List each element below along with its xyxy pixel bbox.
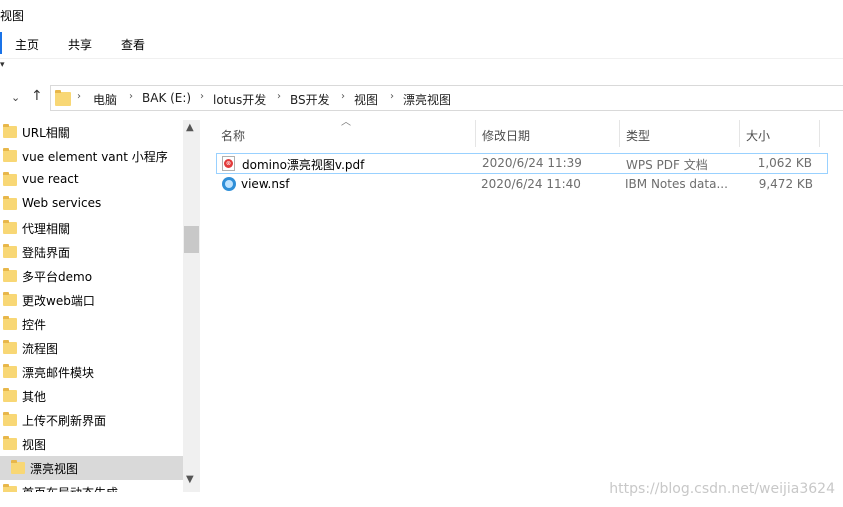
folder-icon <box>3 412 17 426</box>
breadcrumb-pretty-view[interactable]: 漂亮视图 <box>403 91 451 108</box>
nav-item-homepage-layout[interactable]: 首页布局动态生成 <box>0 480 183 492</box>
file-name: view.nsf <box>241 177 290 191</box>
nav-item-vue-element[interactable]: vue element vant 小程序 <box>0 144 183 168</box>
column-header-date[interactable]: 修改日期 <box>482 127 530 144</box>
chevron-right-icon[interactable]: › <box>200 91 204 102</box>
nav-item-label: 更改web端口 <box>22 294 95 308</box>
nav-item-label: 多平台demo <box>22 270 93 284</box>
column-header-type[interactable]: 类型 <box>626 127 650 144</box>
up-arrow-icon[interactable]: ↑ <box>31 88 43 104</box>
folder-icon <box>3 244 17 258</box>
nav-item-label: vue element vant 小程序 <box>22 150 168 164</box>
folder-icon <box>3 172 17 186</box>
column-headers: 名称 修改日期 类型 大小 <box>212 120 820 148</box>
folder-icon <box>3 124 17 138</box>
breadcrumb-drive[interactable]: BAK (E:) <box>142 91 191 105</box>
folder-icon <box>11 460 25 474</box>
nav-item-label: Web services <box>22 196 102 210</box>
chevron-right-icon[interactable]: › <box>341 91 345 102</box>
nav-item-flowchart[interactable]: 流程图 <box>0 336 183 360</box>
folder-icon <box>3 220 17 234</box>
nav-item-other[interactable]: 其他 <box>0 384 183 408</box>
nav-scrollbar[interactable] <box>183 120 200 492</box>
folder-icon <box>3 340 17 354</box>
column-divider[interactable] <box>619 120 620 147</box>
file-size: 1,062 KB <box>757 156 812 170</box>
folder-icon <box>3 364 17 378</box>
scroll-up-icon[interactable]: ▲ <box>186 122 194 133</box>
file-name: domino漂亮视图v.pdf <box>242 158 365 172</box>
file-size: 9,472 KB <box>758 177 813 191</box>
folder-icon <box>3 436 17 450</box>
nav-item-web-port[interactable]: 更改web端口 <box>0 288 183 312</box>
file-type: IBM Notes data... <box>625 177 728 191</box>
nav-item-controls[interactable]: 控件 <box>0 312 183 336</box>
nav-item-label: 首页布局动态生成 <box>22 484 118 492</box>
column-header-size[interactable]: 大小 <box>746 127 770 144</box>
folder-icon <box>3 292 17 306</box>
nav-item-label: 流程图 <box>22 342 59 356</box>
chevron-right-icon[interactable]: › <box>277 91 281 102</box>
scroll-down-icon[interactable]: ▼ <box>186 474 194 485</box>
window-title: 视图 <box>0 9 25 23</box>
nav-item-label: 代理相關 <box>22 222 71 236</box>
column-divider[interactable] <box>739 120 740 147</box>
pdf-file-icon: ⊗ <box>222 156 235 171</box>
nav-item-label: vue react <box>22 172 79 186</box>
nav-item-label: 漂亮邮件模块 <box>22 366 95 380</box>
folder-icon <box>3 148 17 162</box>
nav-item-label: 控件 <box>22 318 47 332</box>
nav-item-upload[interactable]: 上传不刷新界面 <box>0 408 183 432</box>
file-date: 2020/6/24 11:40 <box>481 177 581 191</box>
folder-icon <box>55 90 71 106</box>
nav-item-login[interactable]: 登陆界面 <box>0 240 183 264</box>
nav-item-mail-module[interactable]: 漂亮邮件模块 <box>0 360 183 384</box>
file-tab-marker[interactable] <box>0 32 2 54</box>
breadcrumb-computer[interactable]: 电脑 <box>93 91 117 108</box>
tab-share[interactable]: 共享 <box>68 36 92 53</box>
column-divider[interactable] <box>819 120 820 147</box>
file-type: WPS PDF 文档 <box>626 158 708 172</box>
ribbon-tabs: 主页 共享 查看 <box>0 30 843 59</box>
folder-icon <box>3 316 17 330</box>
notes-database-icon <box>222 177 236 191</box>
breadcrumb-lotus[interactable]: lotus开发 <box>213 91 266 108</box>
nav-item-label: 视图 <box>22 438 47 452</box>
chevron-right-icon[interactable]: › <box>77 91 81 102</box>
column-divider[interactable] <box>475 120 476 147</box>
nav-item-web-services[interactable]: Web services <box>0 192 183 216</box>
nav-item-label: 登陆界面 <box>22 246 71 260</box>
nav-item-view[interactable]: 视图 <box>0 432 183 456</box>
folder-icon <box>3 196 17 210</box>
nav-item-vue-react[interactable]: vue react <box>0 168 183 192</box>
nav-item-pretty-view[interactable]: 漂亮视图 <box>0 456 183 480</box>
folder-icon <box>3 268 17 282</box>
watermark: https://blog.csdn.net/weijia3624 <box>609 481 835 497</box>
nav-item-label: 其他 <box>22 390 47 404</box>
quick-access-dropdown-icon[interactable]: ▾ <box>0 60 5 70</box>
breadcrumb-bs[interactable]: BS开发 <box>290 91 330 108</box>
column-header-name[interactable]: 名称 <box>221 127 245 144</box>
tab-view[interactable]: 查看 <box>121 36 145 53</box>
file-row[interactable]: view.nsf 2020/6/24 11:40 IBM Notes data.… <box>216 175 828 196</box>
nav-item-agents[interactable]: 代理相關 <box>0 216 183 240</box>
nav-item-url[interactable]: URL相關 <box>0 120 183 144</box>
navigation-pane: URL相關 vue element vant 小程序 vue react Web… <box>0 120 200 492</box>
file-date: 2020/6/24 11:39 <box>482 156 582 170</box>
nav-item-label: 漂亮视图 <box>30 462 79 476</box>
tab-home[interactable]: 主页 <box>15 36 39 53</box>
nav-item-multi-platform[interactable]: 多平台demo <box>0 264 183 288</box>
folder-icon <box>3 388 17 402</box>
chevron-right-icon[interactable]: › <box>129 91 133 102</box>
nav-item-label: URL相關 <box>22 126 70 140</box>
file-row[interactable]: ⊗ domino漂亮视图v.pdf 2020/6/24 11:39 WPS PD… <box>216 153 828 174</box>
nav-item-label: 上传不刷新界面 <box>22 414 107 428</box>
chevron-right-icon[interactable]: › <box>390 91 394 102</box>
recent-locations-chevron-icon[interactable]: ⌄ <box>11 91 20 104</box>
title-bar: 视图 <box>0 0 843 30</box>
nav-scrollbar-thumb[interactable] <box>184 226 199 253</box>
folder-icon <box>3 484 17 492</box>
breadcrumb-view[interactable]: 视图 <box>354 91 378 108</box>
